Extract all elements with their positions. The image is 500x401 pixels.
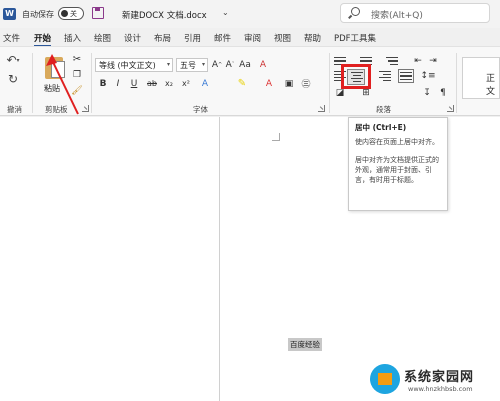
- decrease-indent-icon[interactable]: ⇤: [412, 54, 424, 67]
- divider: [329, 53, 330, 113]
- tab-help[interactable]: 帮助: [304, 32, 321, 44]
- subscript-button[interactable]: x₂: [163, 77, 175, 90]
- undo-button[interactable]: ↶ ▾: [5, 53, 21, 67]
- autosave-toggle[interactable]: 关: [58, 7, 84, 20]
- word-logo-icon: W: [3, 8, 16, 20]
- italic-button[interactable]: I: [112, 77, 124, 90]
- shading-icon[interactable]: ◪: [334, 87, 346, 99]
- selected-text[interactable]: 百度经验: [288, 338, 322, 351]
- chevron-down-icon: ▾: [201, 61, 205, 68]
- character-shading-icon[interactable]: ▣: [283, 77, 295, 90]
- ribbon-tabs: 文件 开始 插入 绘图 设计 布局 引用 邮件 审阅 视图 帮助 PDF工具集: [0, 30, 500, 47]
- underline-button[interactable]: U: [128, 77, 140, 90]
- document-title[interactable]: 新建DOCX 文档.docx: [122, 9, 207, 21]
- align-right-button[interactable]: [375, 69, 391, 83]
- tooltip-details: 居中对齐为文档提供正式的外观，通常用于封面、引言，有时用于标题。: [355, 156, 439, 184]
- left-pane: [0, 117, 219, 401]
- tab-file[interactable]: 文件: [3, 32, 20, 44]
- style-normal[interactable]: 正文: [486, 71, 500, 97]
- bold-button[interactable]: B: [97, 77, 109, 90]
- divider: [91, 53, 92, 113]
- group-label-paragraph: 段落: [376, 105, 391, 114]
- grow-font-button[interactable]: A ^: [211, 58, 223, 71]
- tab-review[interactable]: 审阅: [244, 32, 261, 44]
- highlight-color-icon[interactable]: ✎: [236, 77, 248, 90]
- save-icon[interactable]: [92, 7, 104, 19]
- shrink-font-button[interactable]: Aˇ: [224, 58, 236, 71]
- font-color-button[interactable]: A: [263, 77, 275, 90]
- search-icon: [351, 7, 360, 16]
- borders-icon[interactable]: ⊞: [360, 87, 372, 99]
- tooltip-title: 居中 (Ctrl+E): [355, 123, 407, 132]
- justify-button[interactable]: [398, 69, 414, 83]
- watermark-url: www.hnzkhbsb.com: [408, 385, 473, 393]
- tab-insert[interactable]: 插入: [64, 32, 81, 44]
- group-label-font: 字体: [193, 105, 208, 114]
- divider: [456, 53, 457, 113]
- autosave-label: 自动保存: [22, 10, 54, 19]
- tab-layout[interactable]: 布局: [154, 32, 171, 44]
- search-input[interactable]: 搜索(Alt+Q): [340, 3, 490, 23]
- autosave-state: 关: [70, 10, 77, 18]
- redo-button[interactable]: ↻: [5, 72, 21, 86]
- tab-references[interactable]: 引用: [184, 32, 201, 44]
- tooltip-description: 使内容在页面上居中对齐。: [355, 138, 439, 146]
- watermark-name: 系统家园网: [404, 370, 475, 385]
- tab-home[interactable]: 开始: [34, 32, 52, 47]
- multilevel-list-button[interactable]: [386, 54, 402, 68]
- font-name-value: 等线 (中文正文): [99, 61, 156, 70]
- strikethrough-button[interactable]: ab: [146, 77, 158, 90]
- text-effects-button[interactable]: A: [199, 77, 211, 90]
- font-size-select[interactable]: 五号 ▾: [176, 58, 208, 72]
- align-center-tooltip: 居中 (Ctrl+E) 使内容在页面上居中对齐。 居中对齐为文档提供正式的外观，…: [348, 117, 448, 211]
- superscript-button[interactable]: x²: [180, 77, 192, 90]
- highlight-box: [341, 64, 371, 89]
- title-bar: W 自动保存 关 新建DOCX 文档.docx ⌄ 搜索(Alt+Q): [0, 0, 500, 28]
- sort-icon[interactable]: ↧: [420, 87, 434, 99]
- tab-pdf-tools[interactable]: PDF工具集: [334, 32, 376, 44]
- clear-formatting-button[interactable]: A: [257, 58, 269, 71]
- show-marks-icon[interactable]: ¶: [438, 87, 448, 99]
- site-watermark: 系统家园网 www.hnzkhbsb.com: [370, 362, 500, 398]
- margin-corner-mark: [272, 133, 280, 141]
- increase-indent-icon[interactable]: ⇥: [427, 54, 439, 67]
- tab-draw[interactable]: 绘图: [94, 32, 111, 44]
- search-placeholder: 搜索(Alt+Q): [371, 11, 423, 21]
- tab-mailings[interactable]: 邮件: [214, 32, 231, 44]
- line-spacing-icon[interactable]: ↕≡: [420, 69, 436, 82]
- font-launcher-icon[interactable]: [318, 105, 325, 112]
- group-label-undo: 撤消: [7, 105, 22, 114]
- toggle-knob: [61, 10, 68, 17]
- paragraph-launcher-icon[interactable]: [447, 105, 454, 112]
- house-logo-icon: [370, 364, 400, 394]
- chevron-down-icon[interactable]: ⌄: [222, 8, 229, 17]
- annotation-arrow-icon: [46, 54, 79, 115]
- change-case-button[interactable]: Aa: [238, 58, 252, 71]
- font-size-value: 五号: [180, 61, 196, 70]
- enclose-characters-icon[interactable]: ㊂: [300, 77, 312, 90]
- tab-design[interactable]: 设计: [124, 32, 141, 44]
- chevron-down-icon: ▾: [166, 61, 170, 68]
- font-name-select[interactable]: 等线 (中文正文) ▾: [95, 58, 173, 72]
- tab-view[interactable]: 视图: [274, 32, 291, 44]
